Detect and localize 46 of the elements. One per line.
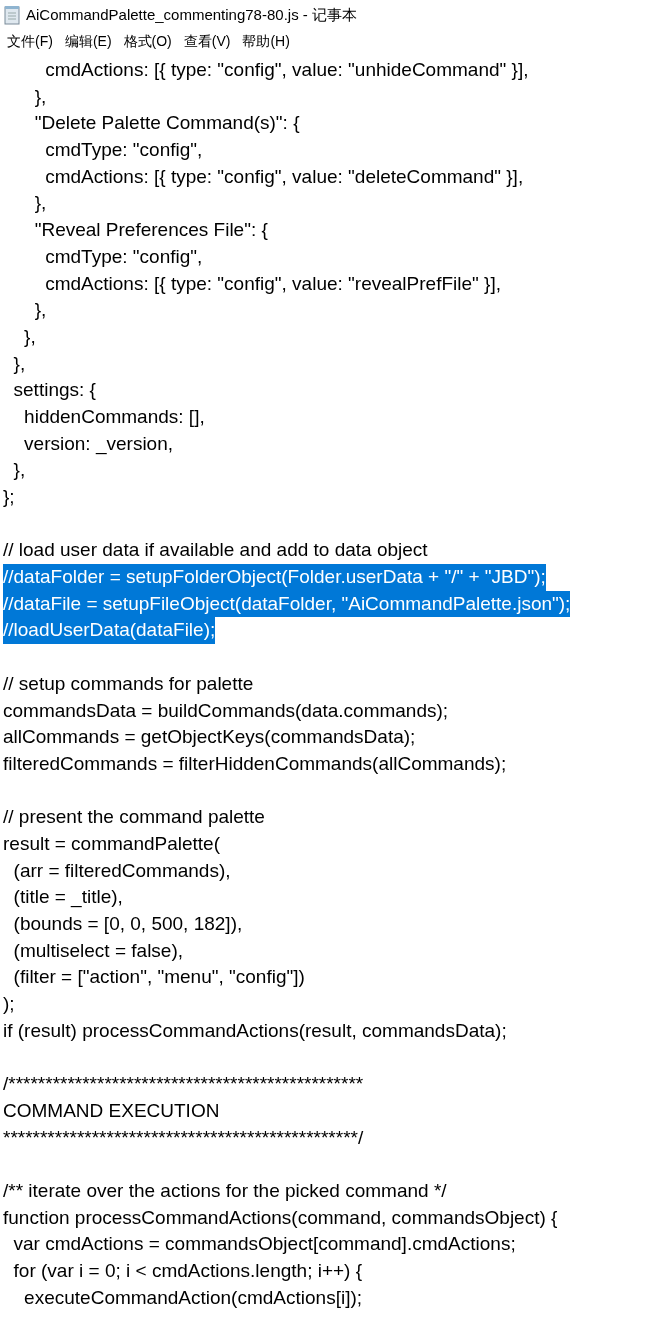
menu-item[interactable]: 文件(F) (2, 31, 58, 53)
code-line: (bounds = [0, 0, 500, 182]), (12, 912, 243, 936)
code-line: result = commandPalette( (3, 831, 220, 856)
code-line: function processCommandActions(command, commandsObject) { (3, 1205, 558, 1230)
code-line: }, (33, 84, 47, 109)
code-line: version: _version, (23, 431, 174, 457)
code-line: cmdActions: [{ type: "config", value: "unhideCommand" }], (44, 58, 529, 82)
code-line: /************************************************ (3, 1072, 364, 1097)
code-line: }, (12, 458, 26, 483)
code-line: }, (33, 298, 47, 323)
code-line: (multiselect = false), (12, 938, 184, 963)
menu-item[interactable]: 查看(V) (178, 31, 236, 53)
code-line: var cmdActions = commandsObject[command].cmdActions; (12, 1232, 516, 1257)
code-line: ); (3, 992, 15, 1017)
code-line: settings: { (12, 378, 96, 403)
code-line: executeCommandAction(cmdActions[i]); (23, 1285, 363, 1310)
code-line: // load user data if available and add to data object (3, 538, 428, 563)
code-line: }, (23, 324, 36, 349)
code-line: cmdActions: [{ type: "config", value: "revealPrefFile" }], (44, 271, 501, 296)
code-line: COMMAND EXECUTION (3, 1098, 220, 1123)
code-line: ************************************************/ (3, 1125, 364, 1150)
menu-item[interactable]: 格式(O) (118, 31, 177, 53)
menu-item[interactable]: 帮助(H) (237, 31, 295, 53)
notepad-icon (4, 5, 20, 25)
window-title: AiCommandPalette_commenting78-80.js - 记事本 (26, 5, 357, 25)
code-line: cmdType: "config", (44, 138, 203, 163)
code-line: (filter = ["action", "menu", "config"]) (12, 965, 305, 990)
code-line: // setup commands for palette (3, 671, 254, 696)
code-line: filteredCommands = filterHiddenCommands(allCommands); (3, 751, 507, 776)
code-line: for (var i = 0; i < cmdActions.length; i++) { (12, 1258, 363, 1283)
code-line: allCommands = getObjectKeys(commandsData); (3, 725, 416, 750)
code-line: /** iterate over the actions for the picked command */ (3, 1178, 447, 1203)
code-line: hiddenCommands: [], (23, 404, 205, 429)
code-line: if (result) processCommandActions(result, commandsData); (3, 1018, 507, 1043)
code-line: cmdType: "config", (44, 244, 203, 269)
menu-item[interactable]: 编辑(E) (59, 31, 117, 53)
code-line: }, (33, 191, 47, 216)
code-line: "Delete Palette Command(s)": { (33, 111, 300, 136)
code-line: // present the command palette (3, 805, 265, 830)
code-line: (arr = filteredCommands), (12, 858, 231, 883)
code-line: cmdActions: [{ type: "config", value: "deleteCommand" }], (44, 164, 524, 189)
code-line: }, (12, 351, 26, 376)
code-line: (title = _title), (12, 885, 123, 910)
code-line: commandsData = buildCommands(data.commands); (3, 698, 449, 723)
code-line: "Reveal Preferences File": { (33, 218, 268, 243)
code-line: }; (3, 485, 15, 509)
